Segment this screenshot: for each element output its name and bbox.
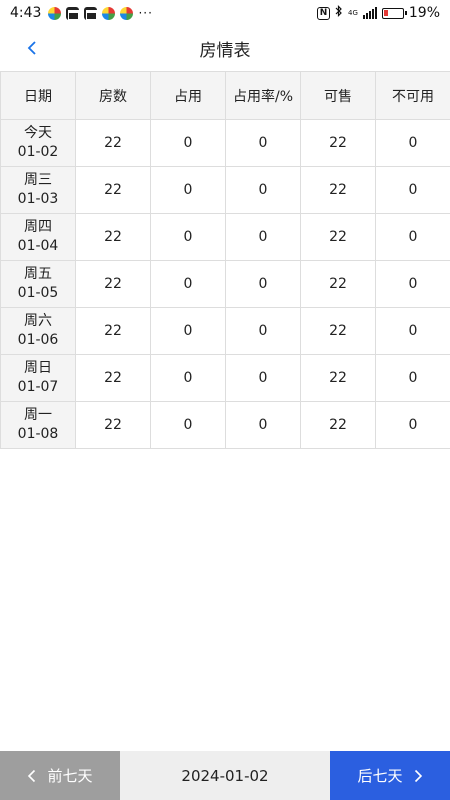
mail-icon [66, 6, 80, 20]
available-cell: 22 [300, 166, 376, 214]
previous-seven-days-button[interactable]: 前七天 [0, 751, 120, 800]
table-row: 今天 01-02 22 0 0 22 0 [0, 119, 450, 167]
table-row: 周四 01-04 22 0 0 22 0 [0, 213, 450, 261]
status-time: 4:43 [10, 5, 42, 21]
nfc-icon: N [316, 6, 330, 20]
battery-percent: 19% [408, 5, 440, 21]
available-cell: 22 [300, 119, 376, 167]
weekday-label: 今天 [24, 125, 52, 141]
bottom-navigation-bar: 前七天 2024-01-02 后七天 [0, 751, 450, 800]
table-row: 周五 01-05 22 0 0 22 0 [0, 260, 450, 308]
available-cell: 22 [300, 354, 376, 402]
battery-icon [381, 7, 407, 19]
rooms-cell: 22 [75, 166, 151, 214]
occupied-cell: 0 [150, 166, 226, 214]
more-notifications-icon: ··· [138, 6, 153, 20]
round-app-icon [120, 6, 134, 20]
occupancy-rate-cell: 0 [225, 166, 301, 214]
column-header-unavailable: 不可用 [375, 71, 450, 120]
chevron-right-icon [413, 769, 423, 783]
date-label: 01-06 [17, 332, 59, 348]
rooms-cell: 22 [75, 213, 151, 261]
current-date-display[interactable]: 2024-01-02 [120, 751, 330, 800]
column-header-rooms: 房数 [75, 71, 151, 120]
unavailable-cell: 0 [375, 354, 450, 402]
date-cell: 今天 01-02 [0, 119, 76, 167]
date-cell: 周三 01-03 [0, 166, 76, 214]
available-cell: 22 [300, 260, 376, 308]
weekday-label: 周三 [24, 172, 52, 188]
page-title: 房情表 [199, 40, 251, 61]
chevron-left-icon [27, 769, 37, 783]
mail-icon [84, 6, 98, 20]
date-cell: 周五 01-05 [0, 260, 76, 308]
column-header-occupancy-rate: 占用率/% [225, 71, 301, 120]
table-row: 周六 01-06 22 0 0 22 0 [0, 307, 450, 355]
rooms-cell: 22 [75, 354, 151, 402]
weekday-label: 周四 [24, 219, 52, 235]
signal-icon [362, 7, 377, 19]
room-status-table: 日期 房数 占用 占用率/% 可售 不可用 今天 01-02 22 0 0 22 … [0, 71, 450, 449]
date-label: 01-03 [17, 191, 59, 207]
unavailable-cell: 0 [375, 307, 450, 355]
table-row: 周日 01-07 22 0 0 22 0 [0, 354, 450, 402]
date-cell: 周六 01-06 [0, 307, 76, 355]
previous-seven-days-label: 前七天 [47, 767, 93, 785]
rooms-cell: 22 [75, 260, 151, 308]
available-cell: 22 [300, 401, 376, 449]
unavailable-cell: 0 [375, 260, 450, 308]
status-right: N 4G 19% [316, 5, 440, 21]
rooms-cell: 22 [75, 119, 151, 167]
round-app-icon [48, 6, 62, 20]
occupancy-rate-cell: 0 [225, 119, 301, 167]
occupancy-rate-cell: 0 [225, 307, 301, 355]
occupancy-rate-cell: 0 [225, 213, 301, 261]
table-header-row: 日期 房数 占用 占用率/% 可售 不可用 [0, 71, 450, 120]
occupied-cell: 0 [150, 119, 226, 167]
unavailable-cell: 0 [375, 213, 450, 261]
occupied-cell: 0 [150, 401, 226, 449]
occupied-cell: 0 [150, 213, 226, 261]
date-label: 01-07 [17, 379, 59, 395]
network-type: 4G [347, 8, 358, 17]
app-header: 房情表 [0, 26, 450, 70]
date-label: 01-02 [17, 144, 59, 160]
occupancy-rate-cell: 0 [225, 354, 301, 402]
date-cell: 周四 01-04 [0, 213, 76, 261]
rooms-cell: 22 [75, 307, 151, 355]
date-label: 01-08 [17, 426, 59, 442]
chevron-left-icon [27, 41, 36, 55]
date-cell: 周一 01-08 [0, 401, 76, 449]
unavailable-cell: 0 [375, 401, 450, 449]
date-label: 01-05 [17, 285, 59, 301]
bluetooth-icon [335, 5, 343, 21]
weekday-label: 周五 [24, 266, 52, 282]
occupied-cell: 0 [150, 307, 226, 355]
back-button[interactable] [18, 34, 46, 62]
next-seven-days-label: 后七天 [357, 767, 403, 785]
status-left: 4:43 ··· [10, 5, 153, 21]
rooms-cell: 22 [75, 401, 151, 449]
weekday-label: 周六 [24, 313, 52, 329]
date-label: 01-04 [17, 238, 59, 254]
column-header-date: 日期 [0, 71, 76, 120]
available-cell: 22 [300, 213, 376, 261]
occupied-cell: 0 [150, 260, 226, 308]
occupancy-rate-cell: 0 [225, 401, 301, 449]
occupancy-rate-cell: 0 [225, 260, 301, 308]
round-app-icon [102, 6, 116, 20]
status-bar: 4:43 ··· N 4G 19% [0, 0, 450, 26]
available-cell: 22 [300, 307, 376, 355]
weekday-label: 周一 [24, 407, 52, 423]
column-header-occupied: 占用 [150, 71, 226, 120]
unavailable-cell: 0 [375, 166, 450, 214]
next-seven-days-button[interactable]: 后七天 [330, 751, 450, 800]
table-row: 周一 01-08 22 0 0 22 0 [0, 401, 450, 449]
date-cell: 周日 01-07 [0, 354, 76, 402]
occupied-cell: 0 [150, 354, 226, 402]
column-header-available: 可售 [300, 71, 376, 120]
table-row: 周三 01-03 22 0 0 22 0 [0, 166, 450, 214]
weekday-label: 周日 [24, 360, 52, 376]
unavailable-cell: 0 [375, 119, 450, 167]
